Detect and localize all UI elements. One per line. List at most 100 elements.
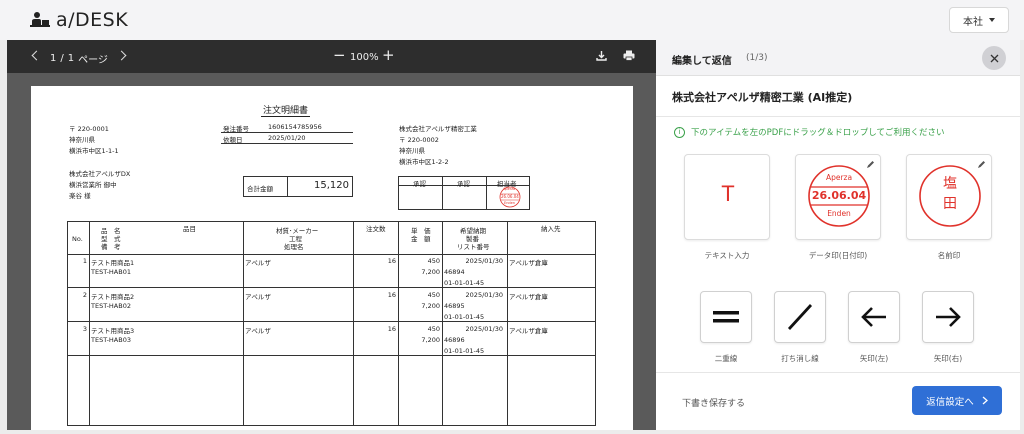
col-list-no: リスト番号 bbox=[457, 243, 490, 251]
row-2-no: 2 bbox=[82, 291, 87, 299]
info-icon: i bbox=[674, 126, 685, 138]
download-button[interactable] bbox=[596, 50, 607, 63]
save-draft-link[interactable]: 下書き保存する bbox=[682, 396, 745, 409]
row-1-dest: アペルザ倉庫 bbox=[509, 259, 548, 267]
row-3-maker: アペルザ bbox=[245, 327, 271, 335]
name-stamp-char-2: 田 bbox=[943, 196, 957, 212]
col-no: No. bbox=[72, 235, 83, 243]
close-button[interactable] bbox=[982, 46, 1006, 70]
desk-person-icon bbox=[30, 12, 50, 27]
mini-stamp-date: 26.06.04 bbox=[501, 194, 519, 199]
arrow-left-icon bbox=[861, 307, 886, 327]
col-remarks: 備 考 bbox=[101, 243, 121, 251]
arrow-right-tool-label: 矢印(右) bbox=[933, 354, 963, 363]
zoom-in-button[interactable]: + bbox=[382, 48, 395, 63]
to-postal: 〒 220-0002 bbox=[399, 136, 439, 144]
branch-select[interactable]: 本社 bbox=[949, 7, 1009, 33]
row-2-name: テスト用商品2 bbox=[91, 293, 135, 301]
drag-hint: i 下のアイテムを左のPDFにドラッグ＆ドロップしてご利用ください bbox=[674, 126, 944, 138]
zoom-level: 100% bbox=[350, 52, 379, 63]
date-stamp-bottom: Enden bbox=[827, 209, 851, 218]
row-3-lot: 46896 bbox=[444, 336, 465, 344]
date-stamp-top: Aperza bbox=[825, 173, 853, 182]
col-item: 品目 bbox=[183, 225, 196, 233]
row-3-model: TEST-HAB03 bbox=[91, 336, 131, 344]
strike-line-icon bbox=[787, 304, 813, 330]
col-treatment: 処理名 bbox=[284, 243, 304, 251]
row-1-no: 1 bbox=[82, 257, 87, 265]
buyer-company: 株式会社アペルザDX bbox=[69, 170, 131, 178]
chevron-right-icon bbox=[116, 50, 127, 61]
target-company: 株式会社アペルザ精密工業 (AI推定) bbox=[672, 91, 853, 104]
name-stamp-tool[interactable]: 塩 田 bbox=[906, 154, 992, 240]
date-stamp-tool-label: データ印(日付印) bbox=[808, 251, 868, 260]
row-2-model: TEST-HAB02 bbox=[91, 302, 131, 310]
row-2-maker: アペルザ bbox=[245, 293, 271, 301]
row-2-list: 01-01-01-45 bbox=[444, 313, 485, 321]
to-pref: 神奈川県 bbox=[399, 147, 425, 155]
download-icon bbox=[596, 51, 607, 61]
from-postal: 〒 220-0001 bbox=[69, 125, 109, 133]
zoom-out-button[interactable]: − bbox=[333, 48, 346, 63]
arrow-left-tool[interactable] bbox=[848, 291, 900, 343]
col-qty: 注文数 bbox=[366, 225, 386, 233]
branch-select-label: 本社 bbox=[963, 16, 983, 28]
strike-line-tool[interactable] bbox=[774, 291, 826, 343]
from-pref: 神奈川県 bbox=[69, 136, 95, 144]
page-indicator: 1 / 1 ページ bbox=[50, 51, 108, 66]
app-logo[interactable]: a/DESK bbox=[30, 9, 128, 31]
row-1-maker: アペルザ bbox=[245, 259, 271, 267]
row-2-amount: 7,200 bbox=[421, 302, 440, 310]
row-3-amount: 7,200 bbox=[421, 336, 440, 344]
chevron-left-icon bbox=[31, 50, 42, 61]
row-3-due: 2025/01/30 bbox=[465, 325, 503, 333]
panel-step: (1/3) bbox=[746, 53, 768, 63]
text-tool-glyph: T bbox=[721, 181, 735, 206]
app-header: a/DESK 本社 bbox=[0, 0, 1024, 40]
row-2-unit: 450 bbox=[427, 291, 440, 299]
page-total: 1 bbox=[67, 53, 75, 64]
date-stamp-date: 26.06.04 bbox=[811, 189, 867, 202]
to-name: 株式会社アペルザ精密工業 bbox=[399, 125, 477, 133]
total-value: 15,120 bbox=[314, 180, 349, 191]
row-1-model: TEST-HAB01 bbox=[91, 268, 131, 276]
row-2-lot: 46895 bbox=[444, 302, 465, 310]
row-3-unit: 450 bbox=[427, 325, 440, 333]
prev-page-button[interactable] bbox=[31, 50, 42, 61]
print-button[interactable] bbox=[623, 50, 635, 63]
date-stamp-tool[interactable]: Aperza 26.06.04 Enden bbox=[795, 154, 881, 240]
name-stamp-char-1: 塩 bbox=[943, 176, 957, 192]
order-no-value: 1606154785956 bbox=[268, 123, 322, 131]
next-page-button[interactable] bbox=[116, 50, 127, 61]
row-1-lot: 46894 bbox=[444, 268, 465, 276]
double-line-tool[interactable] bbox=[700, 291, 752, 343]
page-separator: / bbox=[60, 53, 64, 64]
panel-divider bbox=[656, 116, 1020, 117]
mini-stamp-bottom: Enden bbox=[504, 201, 516, 205]
close-icon bbox=[990, 54, 998, 62]
next-reply-settings-button[interactable]: 返信設定へ bbox=[912, 386, 1002, 415]
page-current: 1 bbox=[50, 53, 57, 64]
next-button-label: 返信設定へ bbox=[926, 396, 974, 408]
app-logo-text: a/DESK bbox=[56, 9, 129, 31]
drag-hint-text: 下のアイテムを左のPDFにドラッグ＆ドロップしてご利用ください bbox=[691, 128, 945, 138]
total-label: 合計金額 bbox=[247, 185, 273, 193]
row-3-dest: アペルザ倉庫 bbox=[509, 327, 548, 335]
pdf-toolbar: 1 / 1 ページ − 100% + bbox=[7, 40, 656, 73]
panel-header: 編集して返信 (1/3) bbox=[656, 40, 1020, 76]
panel-title: 編集して返信 bbox=[672, 56, 732, 67]
pdf-page: 注文明細書 〒 220-0001 神奈川県 横浜市中区1-1-1 発注番号 16… bbox=[31, 86, 633, 430]
row-1-amount: 7,200 bbox=[421, 268, 440, 276]
printer-icon bbox=[623, 50, 635, 61]
page-unit: ページ bbox=[78, 55, 108, 66]
doc-title: 注文明細書 bbox=[261, 103, 311, 117]
approval-2-label: 承認 bbox=[457, 180, 470, 188]
buyer-person: 楽谷 様 bbox=[69, 192, 91, 200]
approval-1-label: 承認 bbox=[413, 180, 426, 188]
arrow-right-tool[interactable] bbox=[922, 291, 974, 343]
row-1-due: 2025/01/30 bbox=[465, 257, 503, 265]
text-input-tool[interactable]: T bbox=[684, 154, 770, 240]
row-2-dest: アペルザ倉庫 bbox=[509, 293, 548, 301]
mini-stamp-top: Aperza bbox=[503, 187, 516, 191]
row-1-name: テスト用商品1 bbox=[91, 259, 135, 267]
